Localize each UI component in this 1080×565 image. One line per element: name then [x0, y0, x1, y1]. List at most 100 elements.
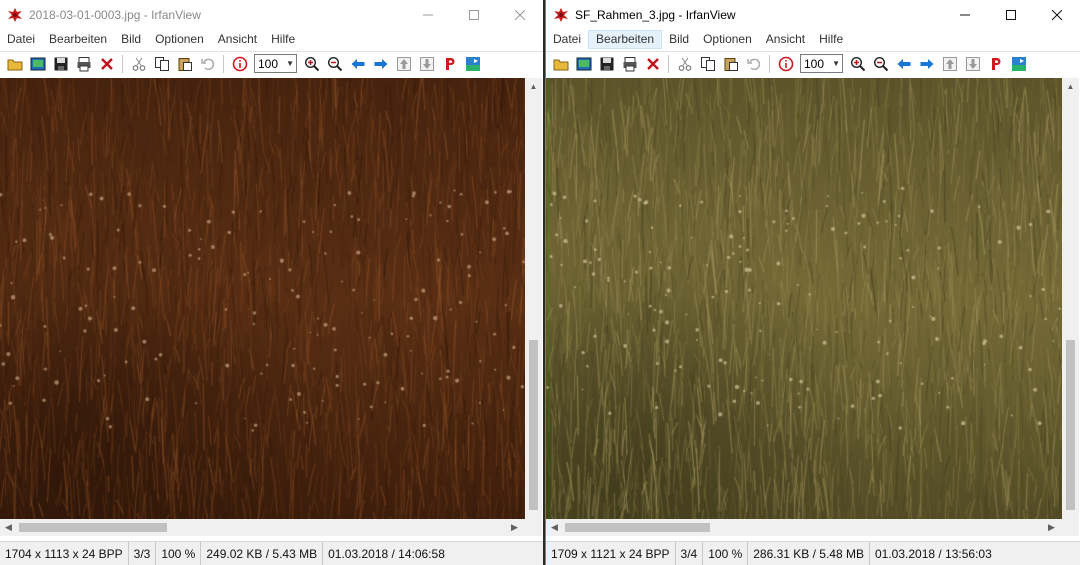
menu-bearbeiten[interactable]: Bearbeiten: [42, 30, 114, 49]
minimize-button[interactable]: [405, 0, 451, 30]
scroll-up-arrow-icon[interactable]: ▲: [525, 78, 542, 95]
save-button[interactable]: [49, 53, 72, 75]
zoom-in-icon: [304, 56, 319, 71]
menu-hilfe[interactable]: Hilfe: [264, 30, 302, 49]
vertical-scroll-thumb[interactable]: [1066, 340, 1075, 510]
cut-button[interactable]: [673, 53, 696, 75]
status-index: 3/4: [676, 541, 704, 565]
paint-button[interactable]: [438, 53, 461, 75]
chevron-down-icon[interactable]: ▼: [286, 59, 294, 68]
copy-icon: [154, 56, 169, 71]
horizontal-scrollbar[interactable]: ◀ ▶: [0, 519, 525, 536]
open-folder-button[interactable]: [3, 53, 26, 75]
status-index: 3/3: [129, 541, 157, 565]
image-viewport[interactable]: [0, 78, 525, 519]
close-button[interactable]: [1034, 0, 1080, 30]
title-bar[interactable]: 2018-03-01-0003.jpg - IrfanView: [0, 0, 543, 30]
vertical-scrollbar[interactable]: ▲: [1062, 78, 1079, 519]
maximize-icon: [469, 10, 479, 20]
image-viewport[interactable]: [546, 78, 1062, 519]
scroll-right-arrow-icon[interactable]: ▶: [1043, 519, 1060, 536]
slideshow-button[interactable]: [572, 53, 595, 75]
paint-button[interactable]: [984, 53, 1007, 75]
previous-icon: [351, 58, 364, 69]
zoom-in-button[interactable]: [300, 53, 323, 75]
zoom-out-button[interactable]: [869, 53, 892, 75]
zoom-in-button[interactable]: [846, 53, 869, 75]
menu-ansicht[interactable]: Ansicht: [759, 30, 812, 49]
minimize-button[interactable]: [942, 0, 988, 30]
save-icon: [54, 57, 67, 70]
delete-button[interactable]: [95, 53, 118, 75]
info-button[interactable]: [774, 53, 797, 75]
chevron-down-icon[interactable]: ▼: [832, 59, 840, 68]
window-title: SF_Rahmen_3.jpg - IrfanView: [575, 8, 736, 22]
menu-ansicht[interactable]: Ansicht: [211, 30, 264, 49]
toolbar: 100 ▼: [546, 51, 1080, 75]
print-icon: [77, 56, 90, 71]
maximize-button[interactable]: [988, 0, 1034, 30]
menu-bearbeiten[interactable]: Bearbeiten: [588, 30, 663, 49]
toolbar-separator: [769, 54, 770, 73]
menu-bar: Datei Bearbeiten Bild Optionen Ansicht H…: [0, 30, 543, 49]
scroll-up-arrow-icon[interactable]: ▲: [1062, 78, 1079, 95]
scroll-left-arrow-icon[interactable]: ◀: [546, 519, 563, 536]
copy-button[interactable]: [696, 53, 719, 75]
settings-button[interactable]: [461, 53, 484, 75]
menu-bild[interactable]: Bild: [114, 30, 148, 49]
undo-button[interactable]: [742, 53, 765, 75]
next-button[interactable]: [369, 53, 392, 75]
copy-icon: [700, 56, 715, 71]
next-button[interactable]: [915, 53, 938, 75]
scroll-right-arrow-icon[interactable]: ▶: [506, 519, 523, 536]
save-button[interactable]: [595, 53, 618, 75]
paste-button[interactable]: [173, 53, 196, 75]
save-icon: [600, 57, 613, 70]
close-button[interactable]: [497, 0, 543, 30]
menu-bild[interactable]: Bild: [662, 30, 696, 49]
previous-button[interactable]: [892, 53, 915, 75]
delete-button[interactable]: [641, 53, 664, 75]
zoom-combobox[interactable]: 100 ▼: [254, 54, 297, 73]
menu-datei[interactable]: Datei: [546, 30, 588, 49]
cut-button[interactable]: [127, 53, 150, 75]
settings-button[interactable]: [1007, 53, 1030, 75]
maximize-button[interactable]: [451, 0, 497, 30]
status-zoom: 100 %: [703, 541, 749, 565]
print-button[interactable]: [72, 53, 95, 75]
undo-button[interactable]: [196, 53, 219, 75]
title-bar[interactable]: SF_Rahmen_3.jpg - IrfanView: [546, 0, 1080, 30]
toolbar-separator: [668, 54, 669, 73]
previous-button[interactable]: [346, 53, 369, 75]
zoom-out-button[interactable]: [323, 53, 346, 75]
menu-hilfe[interactable]: Hilfe: [812, 30, 850, 49]
copy-button[interactable]: [150, 53, 173, 75]
menu-optionen[interactable]: Optionen: [696, 30, 759, 49]
scroll-left-arrow-icon[interactable]: ◀: [0, 519, 17, 536]
open-folder-button[interactable]: [549, 53, 572, 75]
slideshow-button[interactable]: [26, 53, 49, 75]
first-button[interactable]: [392, 53, 415, 75]
horizontal-scroll-thumb[interactable]: [19, 523, 167, 532]
cut-icon: [132, 57, 145, 71]
zoom-in-icon: [850, 56, 865, 71]
first-button[interactable]: [938, 53, 961, 75]
last-button[interactable]: [415, 53, 438, 75]
horizontal-scrollbar[interactable]: ◀ ▶: [546, 519, 1062, 536]
menu-optionen[interactable]: Optionen: [148, 30, 211, 49]
horizontal-scroll-thumb[interactable]: [565, 523, 710, 532]
print-button[interactable]: [618, 53, 641, 75]
vertical-scrollbar[interactable]: ▲: [525, 78, 542, 519]
zoom-combobox[interactable]: 100 ▼: [800, 54, 843, 73]
irfanview-window-left[interactable]: 2018-03-01-0003.jpg - IrfanView Datei Be…: [0, 0, 543, 565]
minimize-icon: [423, 14, 433, 16]
menu-datei[interactable]: Datei: [0, 30, 42, 49]
vertical-scroll-thumb[interactable]: [529, 340, 538, 510]
last-button[interactable]: [961, 53, 984, 75]
minimize-icon: [960, 14, 970, 16]
print-icon: [623, 56, 636, 71]
paste-button[interactable]: [719, 53, 742, 75]
irfanview-window-right[interactable]: SF_Rahmen_3.jpg - IrfanView Datei Bearbe…: [545, 0, 1080, 565]
scroll-corner: [525, 519, 542, 536]
info-button[interactable]: [228, 53, 251, 75]
